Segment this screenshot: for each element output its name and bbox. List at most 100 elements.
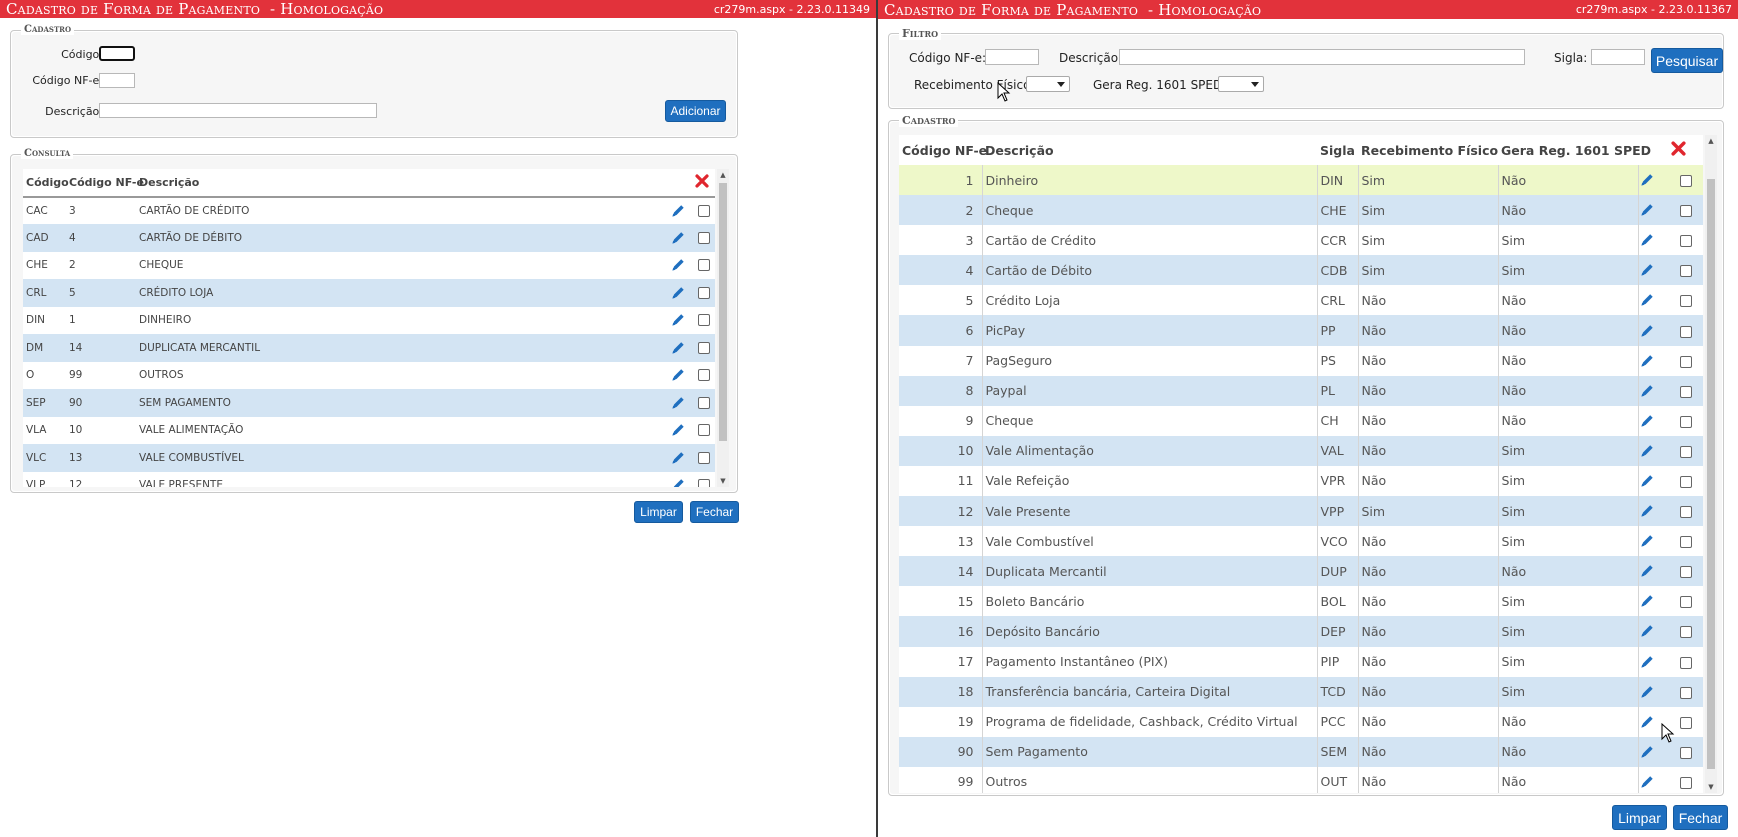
checkbox[interactable] [1679, 746, 1692, 759]
row-checkbox[interactable] [1668, 346, 1703, 376]
checkbox[interactable] [697, 424, 710, 437]
checkbox[interactable] [1679, 415, 1692, 428]
row-checkbox[interactable] [1668, 496, 1703, 526]
edit-pencil-icon[interactable] [1638, 195, 1668, 225]
scrollbar-thumb[interactable] [1707, 179, 1715, 769]
right-fechar-button[interactable]: Fechar [1673, 805, 1728, 830]
row-checkbox[interactable] [692, 197, 715, 225]
row-checkbox[interactable] [1668, 556, 1703, 586]
scroll-down-icon[interactable]: ▼ [1705, 781, 1717, 793]
cadastro-scrollbar[interactable]: ▲ ▼ [1705, 135, 1717, 793]
row-checkbox[interactable] [1668, 526, 1703, 556]
row-checkbox[interactable] [692, 362, 715, 390]
edit-pencil-icon[interactable] [1638, 647, 1668, 677]
row-checkbox[interactable] [1668, 647, 1703, 677]
row-checkbox[interactable] [692, 417, 715, 445]
recebimento-fisico-select[interactable] [1026, 76, 1070, 92]
table-row[interactable]: 10 Vale Alimentação VAL Não Sim [899, 435, 1703, 466]
checkbox[interactable] [1679, 205, 1692, 218]
table-row[interactable]: 8 Paypal PL Não Não [899, 375, 1703, 406]
table-row[interactable]: 99 Outros OUT Não Não [899, 766, 1703, 793]
edit-pencil-icon[interactable] [670, 197, 692, 225]
row-checkbox[interactable] [692, 224, 715, 252]
edit-pencil-icon[interactable] [1638, 165, 1668, 195]
row-checkbox[interactable] [692, 334, 715, 362]
edit-pencil-icon[interactable] [670, 224, 692, 252]
table-row[interactable]: 9 Cheque CH Não Não [899, 405, 1703, 436]
row-checkbox[interactable] [692, 472, 715, 487]
checkbox[interactable] [697, 479, 710, 487]
checkbox[interactable] [697, 259, 710, 272]
row-checkbox[interactable] [692, 444, 715, 472]
checkbox[interactable] [1679, 445, 1692, 458]
checkbox[interactable] [1679, 235, 1692, 248]
edit-pencil-icon[interactable] [1638, 526, 1668, 556]
row-checkbox[interactable] [1668, 376, 1703, 406]
table-row[interactable]: 6 PicPay PP Não Não [899, 315, 1703, 346]
edit-pencil-icon[interactable] [1638, 225, 1668, 255]
table-row[interactable]: CAC 3 CARTÃO DE CRÉDITO [23, 196, 715, 225]
table-row[interactable]: 3 Cartão de Crédito CCR Sim Sim [899, 225, 1703, 256]
edit-pencil-icon[interactable] [1638, 376, 1668, 406]
edit-pencil-icon[interactable] [670, 444, 692, 472]
table-row[interactable]: 11 Vale Refeição VPR Não Sim [899, 465, 1703, 497]
column-header[interactable]: Descrição [982, 135, 1317, 165]
edit-pencil-icon[interactable] [670, 307, 692, 335]
checkbox[interactable] [1679, 325, 1692, 338]
checkbox[interactable] [697, 231, 710, 244]
checkbox[interactable] [1679, 776, 1692, 789]
edit-pencil-icon[interactable] [1638, 466, 1668, 496]
checkbox[interactable] [1679, 656, 1692, 669]
left-fechar-button[interactable]: Fechar [690, 501, 739, 523]
gera-reg-select[interactable] [1218, 76, 1264, 92]
filtro-codigo-nfe-input[interactable] [985, 49, 1039, 65]
edit-pencil-icon[interactable] [1638, 285, 1668, 315]
checkbox[interactable] [697, 451, 710, 464]
scroll-up-icon[interactable]: ▲ [717, 169, 729, 181]
checkbox[interactable] [697, 396, 710, 409]
edit-pencil-icon[interactable] [1638, 346, 1668, 376]
row-checkbox[interactable] [1668, 677, 1703, 707]
edit-pencil-icon[interactable] [670, 252, 692, 280]
table-row[interactable]: 12 Vale Presente VPP Sim Sim [899, 496, 1703, 527]
scroll-up-icon[interactable]: ▲ [1705, 135, 1717, 147]
right-limpar-button[interactable]: Limpar [1612, 805, 1667, 830]
table-row[interactable]: 16 Depósito Bancário DEP Não Sim [899, 616, 1703, 647]
table-row[interactable]: 90 Sem Pagamento SEM Não Não [899, 736, 1703, 767]
column-header[interactable]: Sigla [1317, 135, 1358, 165]
edit-pencil-icon[interactable] [1638, 677, 1668, 707]
codigo-nfe-input[interactable] [99, 73, 135, 88]
row-checkbox[interactable] [1668, 165, 1703, 195]
table-row[interactable]: VLC 13 VALE COMBUSTÍVEL [23, 444, 715, 472]
checkbox[interactable] [1679, 475, 1692, 488]
consulta-scrollbar[interactable]: ▲ ▼ [717, 169, 729, 487]
edit-pencil-icon[interactable] [1638, 315, 1668, 345]
checkbox[interactable] [1679, 536, 1692, 549]
edit-pencil-icon[interactable] [1638, 436, 1668, 466]
table-row[interactable]: VLA 10 VALE ALIMENTAÇÃO [23, 416, 715, 445]
table-row[interactable]: O 99 OUTROS [23, 361, 715, 390]
row-checkbox[interactable] [1668, 767, 1703, 793]
row-checkbox[interactable] [1668, 285, 1703, 315]
edit-pencil-icon[interactable] [1638, 255, 1668, 285]
delete-icon[interactable] [1668, 135, 1703, 165]
column-header[interactable]: Código NF-e [66, 169, 144, 197]
column-header[interactable]: Código NF-e [899, 135, 987, 165]
checkbox[interactable] [1679, 355, 1692, 368]
row-checkbox[interactable] [1668, 255, 1703, 285]
edit-pencil-icon[interactable] [670, 362, 692, 390]
row-checkbox[interactable] [1668, 466, 1703, 496]
checkbox[interactable] [1679, 265, 1692, 278]
table-row[interactable]: DM 14 DUPLICATA MERCANTIL [23, 334, 715, 362]
table-row[interactable]: DIN 1 DINHEIRO [23, 306, 715, 335]
checkbox[interactable] [1679, 175, 1692, 188]
column-header[interactable]: Descrição [136, 169, 670, 197]
table-row[interactable]: VLP 12 VALE PRESENTE [23, 471, 715, 487]
edit-pencil-icon[interactable] [1638, 616, 1668, 646]
table-row[interactable]: CAD 4 CARTÃO DE DÉBITO [23, 224, 715, 252]
table-row[interactable]: CHE 2 CHEQUE [23, 251, 715, 280]
row-checkbox[interactable] [1668, 315, 1703, 345]
table-row[interactable]: 13 Vale Combustível VCO Não Sim [899, 526, 1703, 557]
left-limpar-button[interactable]: Limpar [634, 501, 683, 523]
row-checkbox[interactable] [692, 279, 715, 307]
